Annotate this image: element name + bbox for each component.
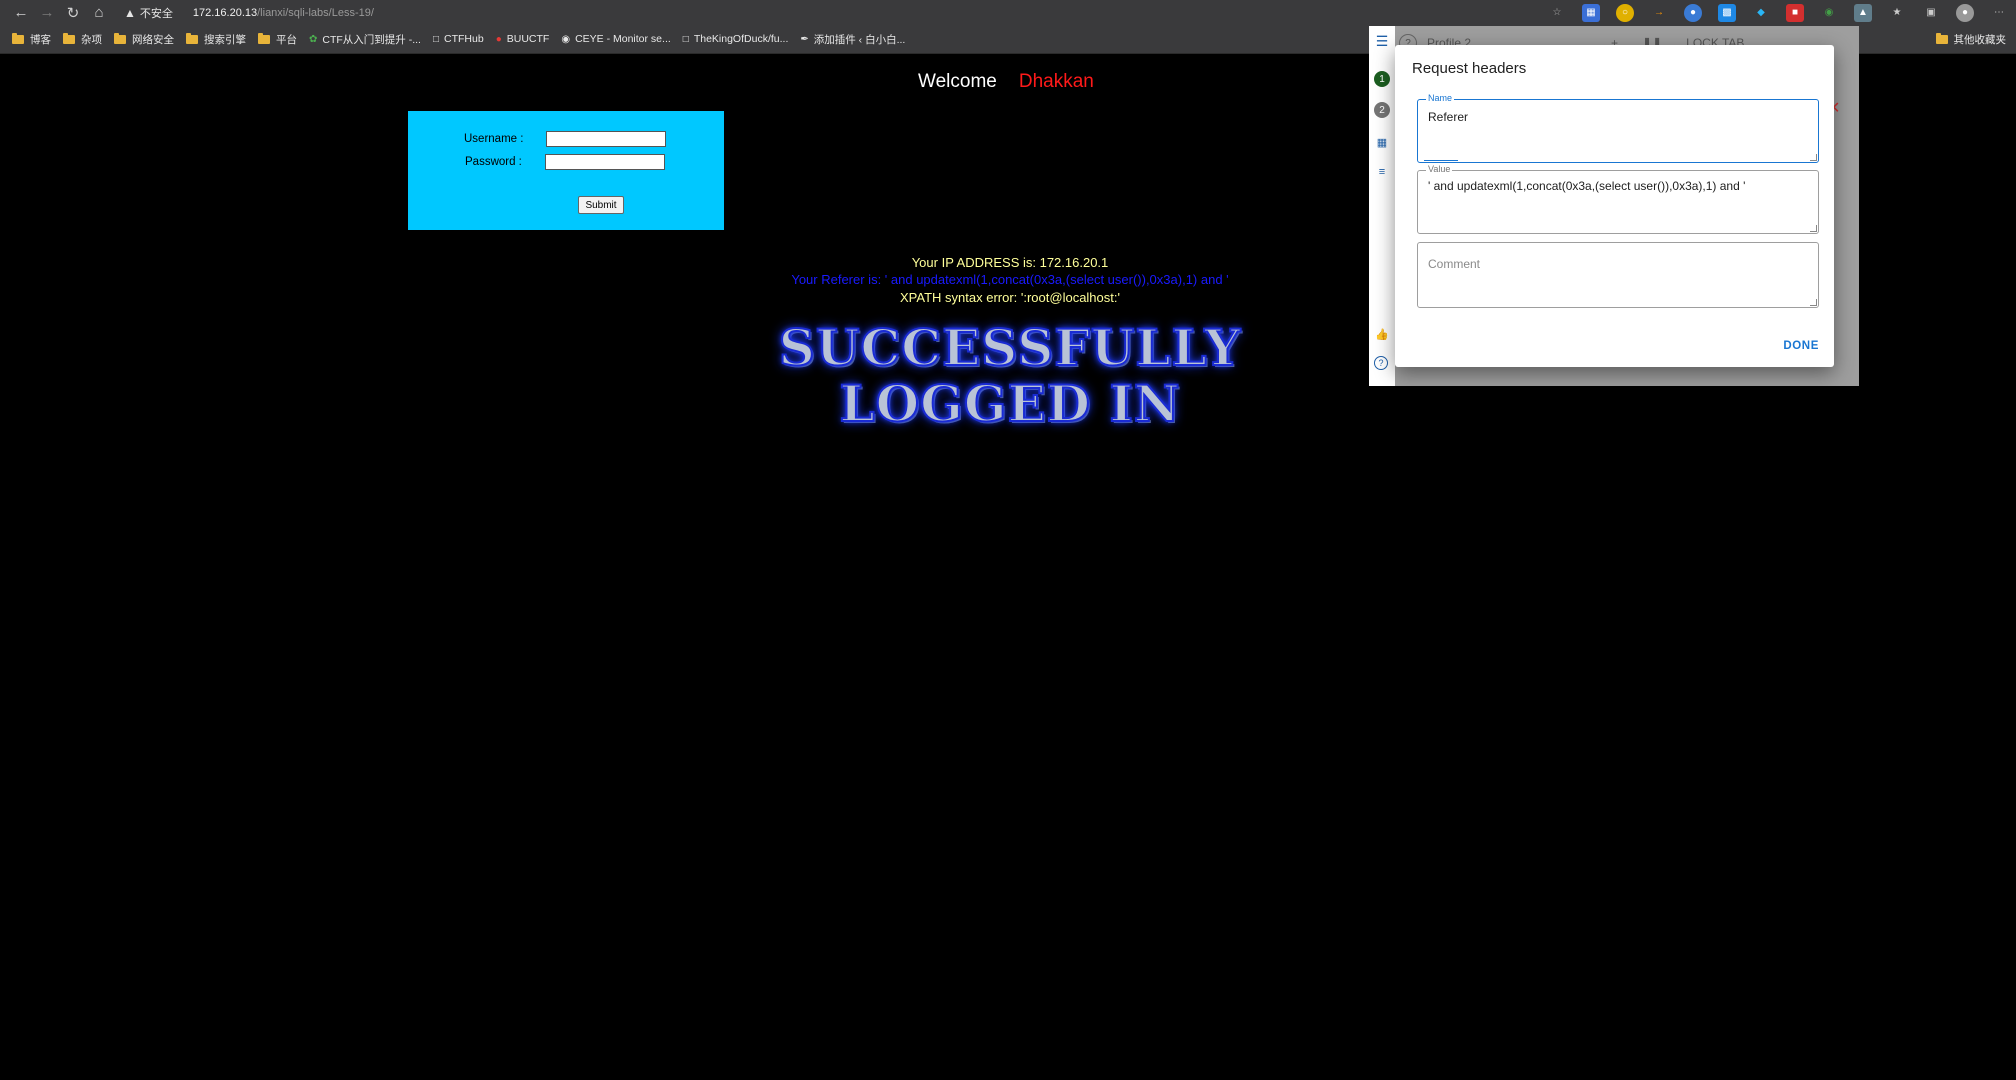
comment-placeholder: Comment bbox=[1428, 257, 1481, 271]
profile-2-badge[interactable]: 2 bbox=[1374, 102, 1390, 118]
extension-globe-icon[interactable]: ● bbox=[1684, 3, 1702, 22]
login-form: Username : Password : Submit bbox=[408, 111, 724, 230]
success-banner: SUCCESSFULLY LOGGED IN bbox=[760, 318, 1260, 433]
ceye-icon: ◉ bbox=[561, 33, 571, 45]
extension-bookmark-icon[interactable]: ◆ bbox=[1752, 4, 1770, 22]
bookmark-item[interactable]: □ TheKingOfDuck/fu... bbox=[683, 33, 789, 45]
folder-icon bbox=[114, 32, 126, 44]
bookmark-item[interactable]: ✿ CTF从入门到提升 -... bbox=[309, 32, 421, 47]
more-menu-icon[interactable]: ⋯ bbox=[1990, 4, 2008, 22]
bookmark-label: 平台 bbox=[276, 33, 297, 46]
favorite-star-icon[interactable]: ☆ bbox=[1548, 4, 1566, 22]
modheader-icon[interactable]: ▲ bbox=[1854, 3, 1872, 22]
folder-icon bbox=[1935, 32, 1948, 44]
bookmark-item[interactable]: ◉ CEYE - Monitor se... bbox=[561, 33, 670, 45]
menu-icon[interactable]: ☰ bbox=[1374, 33, 1390, 49]
red-circle-icon: ● bbox=[495, 33, 502, 45]
xpath-error-line: XPATH syntax error: ':root@localhost:' bbox=[900, 290, 1120, 305]
ip-address-line: Your IP ADDRESS is: 172.16.20.1 bbox=[911, 255, 1109, 270]
warning-icon: ▲ bbox=[124, 5, 136, 20]
bookmark-item[interactable]: ● BUUCTF bbox=[496, 33, 550, 45]
bookmark-label: CTFHub bbox=[444, 33, 484, 45]
referer-line: Your Referer is: ' and updatexml(1,conca… bbox=[791, 272, 1229, 287]
home-icon[interactable]: ⌂ bbox=[86, 0, 112, 25]
dialog-title: Request headers bbox=[1412, 60, 1527, 77]
folder-icon bbox=[258, 32, 270, 44]
folder-icon bbox=[12, 32, 24, 44]
name-legend: Name bbox=[1426, 93, 1455, 103]
value-legend: Value bbox=[1426, 164, 1453, 174]
password-input[interactable] bbox=[545, 154, 665, 170]
password-label: Password : bbox=[465, 156, 522, 168]
leaf-icon: ✿ bbox=[309, 33, 318, 45]
header-value-text: ' and updatexml(1,concat(0x3a,(select us… bbox=[1428, 179, 1746, 193]
url-path: /lianxi/sqli-labs/Less-19/ bbox=[257, 6, 374, 19]
bookmark-label: CEYE - Monitor se... bbox=[575, 33, 671, 45]
folder-icon bbox=[186, 32, 198, 44]
bookmark-item[interactable]: 搜索引擎 bbox=[186, 32, 246, 47]
bookmark-item[interactable]: ✒ 添加插件 ‹ 白小白... bbox=[800, 32, 905, 47]
collections-icon[interactable]: ▣ bbox=[1922, 4, 1940, 22]
insecure-label: 不安全 bbox=[139, 7, 173, 20]
folder-icon bbox=[63, 32, 75, 44]
success-line-1: SUCCESSFULLY bbox=[778, 318, 1242, 377]
extension-chart-icon[interactable]: ▩ bbox=[1718, 3, 1736, 22]
bookmark-label: 博客 bbox=[30, 33, 51, 46]
welcome-user: Dhakkan bbox=[1018, 71, 1094, 92]
bookmark-label: 其他收藏夹 bbox=[1953, 33, 2007, 46]
other-bookmarks[interactable]: 其他收藏夹 bbox=[1935, 25, 2007, 53]
page-icon: □ bbox=[682, 33, 689, 45]
bookmark-item[interactable]: 网络安全 bbox=[114, 32, 174, 47]
done-button[interactable]: DONE bbox=[1783, 340, 1819, 352]
header-value-field[interactable]: Value ' and updatexml(1,concat(0x3a,(sel… bbox=[1417, 164, 1819, 234]
resize-handle-icon[interactable] bbox=[1810, 225, 1817, 232]
bookmark-label: TheKingOfDuck/fu... bbox=[693, 33, 789, 45]
file-add-icon[interactable]: ▦ bbox=[1374, 134, 1390, 150]
resize-handle-icon[interactable] bbox=[1810, 154, 1817, 161]
adblock-icon[interactable]: ■ bbox=[1786, 3, 1804, 22]
favorites-icon[interactable]: ★ bbox=[1888, 4, 1906, 22]
address-bar[interactable]: ▲ 不安全 172.16.20.13/lianxi/sqli-labs/Less… bbox=[124, 0, 374, 25]
extension-arrow-icon[interactable]: → bbox=[1650, 4, 1668, 22]
extension-circle-icon[interactable]: ○ bbox=[1616, 3, 1634, 22]
username-input[interactable] bbox=[546, 131, 666, 147]
bookmark-label: 网络安全 bbox=[132, 33, 174, 46]
extension-shield-icon[interactable]: ◉ bbox=[1820, 4, 1838, 22]
bookmark-label: 添加插件 ‹ 白小白... bbox=[813, 33, 906, 46]
modheader-sidebar: ☰ 1 2 ▦ ≡ 👍 ? bbox=[1369, 26, 1395, 386]
header-name-value: Referer bbox=[1428, 110, 1469, 124]
bookmark-item[interactable]: 杂项 bbox=[63, 32, 102, 47]
bookmark-item[interactable]: □ CTFHub bbox=[433, 33, 484, 45]
browser-toolbar: ← → ↻ ⌂ ▲ 不安全 172.16.20.13/lianxi/sqli-l… bbox=[0, 0, 2016, 25]
success-line-2: LOGGED IN bbox=[838, 374, 1181, 433]
welcome-text: Welcome bbox=[918, 71, 997, 92]
extension-grid-icon[interactable]: ▦ bbox=[1582, 3, 1600, 22]
bookmark-item[interactable]: 博客 bbox=[12, 32, 51, 47]
back-arrow-icon[interactable]: ← bbox=[8, 0, 34, 25]
page-icon: □ bbox=[432, 33, 440, 45]
comment-field[interactable]: Comment bbox=[1417, 242, 1819, 308]
extensions-bar: ☆ ▦ ○ → ● ▩ ◆ ■ ◉ ▲ ★ ▣ ● ⋯ bbox=[1540, 0, 2016, 25]
submit-button[interactable]: Submit bbox=[578, 196, 624, 214]
help-icon[interactable]: ? bbox=[1374, 356, 1388, 370]
bookmark-label: CTF从入门到提升 -... bbox=[322, 33, 421, 46]
request-headers-dialog: Request headers Name Referer Value ' and… bbox=[1395, 45, 1834, 367]
sort-icon[interactable]: ≡ bbox=[1374, 164, 1390, 180]
username-label: Username : bbox=[464, 133, 524, 145]
welcome-heading: Welcome Dhakkan bbox=[918, 71, 1094, 93]
bookmark-label: 杂项 bbox=[81, 33, 102, 46]
profile-avatar-icon[interactable]: ● bbox=[1956, 3, 1974, 22]
bookmark-label: 搜索引擎 bbox=[204, 33, 246, 46]
bookmark-item[interactable]: 平台 bbox=[258, 32, 297, 47]
forward-arrow-icon[interactable]: → bbox=[34, 0, 60, 25]
thumbs-up-icon[interactable]: 👍 bbox=[1374, 326, 1390, 342]
url-host: 172.16.20.13 bbox=[192, 6, 258, 19]
resize-handle-icon[interactable] bbox=[1810, 299, 1817, 306]
bookmark-label: BUUCTF bbox=[506, 33, 550, 45]
refresh-icon[interactable]: ↻ bbox=[60, 0, 86, 25]
header-name-field[interactable]: Name Referer bbox=[1417, 93, 1819, 163]
focus-underline bbox=[1424, 160, 1458, 161]
profile-1-badge[interactable]: 1 bbox=[1374, 71, 1390, 87]
quill-icon: ✒ bbox=[800, 33, 809, 45]
